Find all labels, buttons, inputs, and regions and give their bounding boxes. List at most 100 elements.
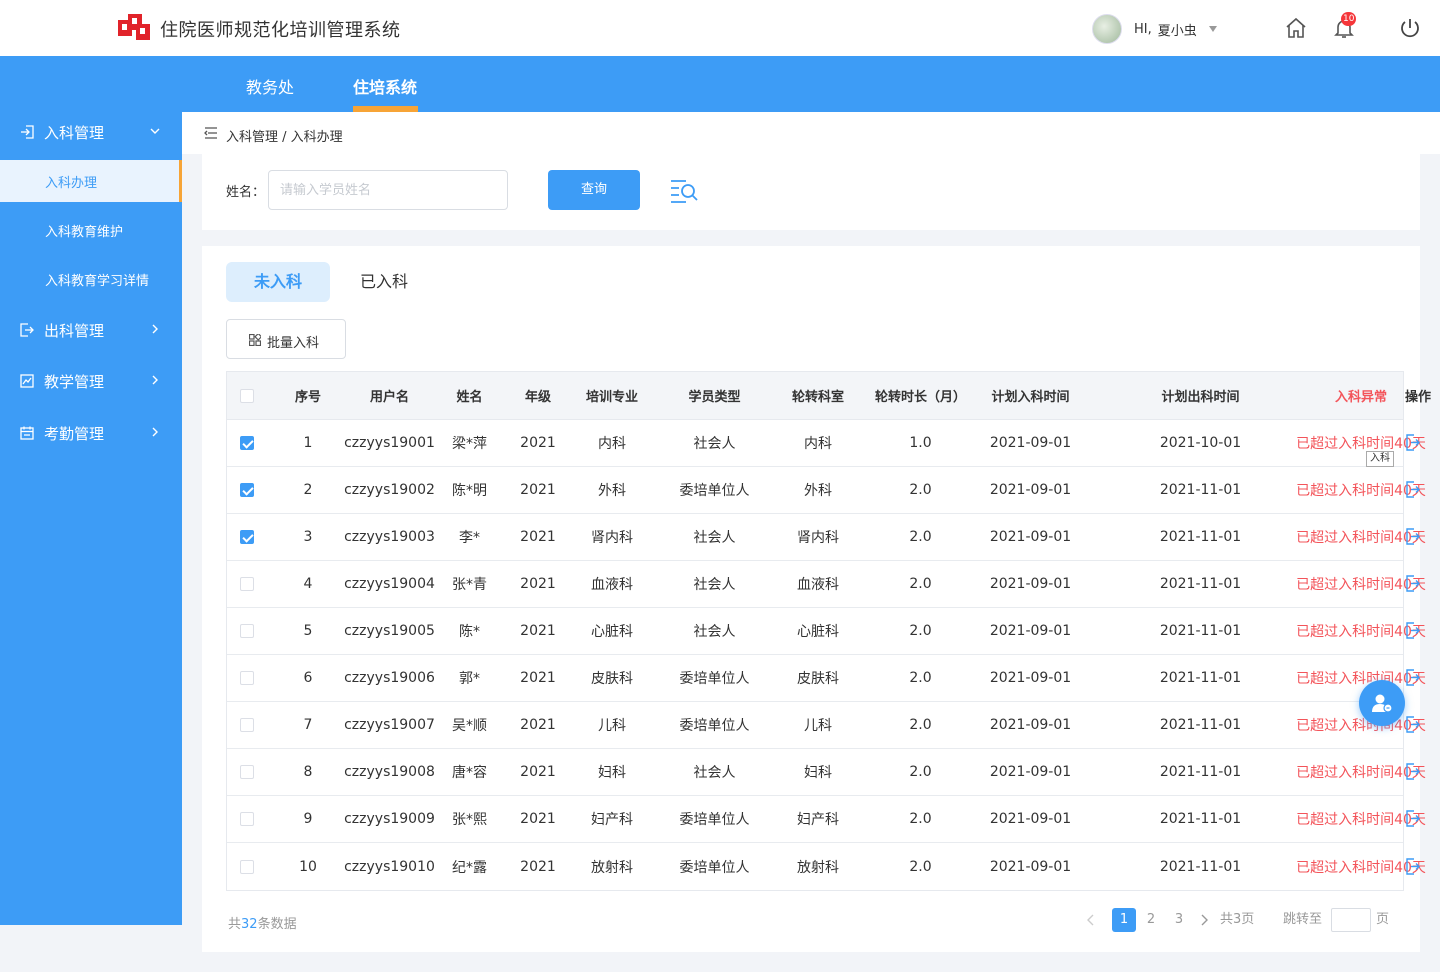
cell-type: 委培单位人 bbox=[679, 812, 750, 828]
cell-duration: 2.0 bbox=[909, 811, 932, 827]
row-checkbox[interactable] bbox=[240, 577, 254, 591]
total-count-text: 共32条数据 bbox=[228, 913, 297, 932]
sidebar-group-discharge[interactable]: 出科管理 bbox=[0, 310, 182, 350]
select-all-checkbox[interactable] bbox=[240, 388, 254, 403]
table-row[interactable]: 8 czzyys19008 唐*容 2021 妇科 社会人 妇科 2.0 2021-09-01 2… bbox=[227, 749, 1426, 796]
page-1[interactable]: 1 bbox=[1112, 908, 1136, 932]
admit-action-icon[interactable] bbox=[1405, 669, 1421, 687]
cell-abnormal: 已超过入科时间40天 bbox=[1296, 530, 1426, 546]
cell-duration: 2.0 bbox=[909, 764, 932, 780]
nav-tab-academic-affairs[interactable]: 教务处 bbox=[246, 74, 294, 98]
avatar[interactable] bbox=[1092, 14, 1122, 44]
cell-select bbox=[227, 467, 267, 513]
chevron-right-icon bbox=[152, 324, 158, 334]
cell-plan-out: 2021-11-01 bbox=[1159, 764, 1242, 780]
admit-action-icon[interactable] bbox=[1405, 528, 1421, 546]
cell-duration: 2.0 bbox=[909, 670, 932, 686]
cell-type: 委培单位人 bbox=[679, 859, 750, 876]
cell-plan-in: 2021-09-01 bbox=[989, 529, 1072, 545]
table-row[interactable]: 3 czzyys19003 李* 2021 肾内科 社会人 肾内科 2.0 2021-09-01… bbox=[227, 514, 1426, 561]
cell-plan-in: 2021-09-01 bbox=[989, 764, 1072, 780]
chevron-down-icon bbox=[150, 128, 160, 134]
sidebar-item-admission-handling[interactable]: 入科办理 bbox=[0, 160, 182, 202]
cell-select bbox=[227, 749, 267, 795]
cell-plan-in: 2021-09-01 bbox=[989, 482, 1072, 498]
table-row[interactable]: 10 czzyys19010 纪*露 2021 放射科 委培单位人 放射科 2.0 2021-0… bbox=[227, 843, 1426, 890]
table-row[interactable]: 7 czzyys19007 吴*顺 2021 儿科 委培单位人 儿科 2.0 2021-09-0… bbox=[227, 702, 1426, 749]
table-row[interactable]: 2 czzyys19002 陈*明 2021 外科 委培单位人 外科 2.0 2021-09-0… bbox=[227, 467, 1426, 514]
admit-action-icon[interactable] bbox=[1405, 857, 1421, 876]
cell-select bbox=[227, 608, 267, 654]
sidebar-group-admission[interactable]: 入科管理 bbox=[0, 112, 182, 152]
caret-down-icon[interactable] bbox=[1208, 26, 1217, 32]
query-button[interactable]: 查询 bbox=[548, 170, 640, 210]
table-row[interactable]: 9 czzyys19009 张*熙 2021 妇产科 委培单位人 妇产科 2.0 2021-09… bbox=[227, 796, 1426, 843]
admit-action-icon[interactable] bbox=[1405, 575, 1421, 593]
table-row[interactable]: 1 czzyys19001 梁*萍 2021 内科 社会人 内科 1.0 2021-09-01 2… bbox=[227, 420, 1426, 467]
cell-plan-in: 2021-09-01 bbox=[989, 670, 1072, 686]
cell-username: czzyys19003 bbox=[344, 529, 435, 545]
sidebar-group-label: 考勤管理 bbox=[44, 425, 105, 443]
cell-duration: 2.0 bbox=[909, 482, 932, 498]
cell-abnormal: 已超过入科时间40天 bbox=[1296, 483, 1426, 499]
table-row[interactable]: 6 czzyys19006 郭* 2021 皮肤科 委培单位人 皮肤科 2.0 2021-09-… bbox=[227, 655, 1426, 702]
row-checkbox[interactable] bbox=[240, 765, 254, 779]
cell-action bbox=[1405, 749, 1421, 795]
name-label: 姓名： bbox=[226, 185, 266, 200]
page-jump-input[interactable] bbox=[1331, 908, 1371, 932]
batch-admit-button[interactable]: 批量入科 bbox=[226, 319, 346, 359]
home-icon[interactable] bbox=[1284, 16, 1308, 40]
cell-plan-in: 2021-09-01 bbox=[989, 811, 1072, 827]
sidebar-group-teaching[interactable]: 教学管理 bbox=[0, 361, 182, 401]
cell-duration: 1.0 bbox=[909, 435, 932, 451]
sidebar-item-education-details[interactable]: 入科教育学习详情 bbox=[0, 258, 182, 300]
cell-major: 外科 bbox=[598, 483, 626, 499]
table-row[interactable]: 4 czzyys19004 张*青 2021 血液科 社会人 血液科 2.0 2021-09-0… bbox=[227, 561, 1426, 608]
tab-not-admitted[interactable]: 未入科 bbox=[226, 262, 330, 302]
admit-action-icon[interactable] bbox=[1405, 434, 1421, 452]
sidebar-group-attendance[interactable]: 考勤管理 bbox=[0, 413, 182, 453]
table-row[interactable]: 5 czzyys19005 陈* 2021 心脏科 社会人 心脏科 2.0 2021-09-01… bbox=[227, 608, 1426, 655]
column-header-plan-in: 计划入科时间 bbox=[991, 390, 1070, 405]
cell-select bbox=[227, 655, 267, 701]
cell-username: czzyys19010 bbox=[344, 858, 435, 875]
cell-plan-in: 2021-09-01 bbox=[989, 576, 1072, 592]
cell-plan-out: 2021-11-01 bbox=[1159, 576, 1242, 592]
user-name: 夏小虫 bbox=[1157, 23, 1197, 39]
floating-assistant-button[interactable] bbox=[1359, 680, 1405, 726]
row-checkbox[interactable] bbox=[240, 530, 254, 544]
table-header: 序号 用户名 姓名 年级 培训专业 学员类型 轮转科室 轮转时长（月） 计划入科时间 计划出科时间… bbox=[227, 372, 1431, 420]
page-2[interactable]: 2 bbox=[1139, 908, 1163, 932]
tab-admitted[interactable]: 已入科 bbox=[340, 262, 428, 302]
cell-action bbox=[1405, 561, 1421, 607]
row-checkbox[interactable] bbox=[240, 718, 254, 732]
user-menu[interactable]: HI, 夏小虫 bbox=[1092, 14, 1217, 44]
admit-action-icon[interactable] bbox=[1405, 763, 1421, 781]
logo-icon bbox=[118, 14, 150, 40]
power-icon[interactable] bbox=[1398, 16, 1422, 40]
nav-tab-residency-system[interactable]: 住培系统 bbox=[353, 74, 417, 98]
row-checkbox[interactable] bbox=[240, 671, 254, 685]
row-checkbox[interactable] bbox=[240, 859, 254, 874]
cell-select bbox=[227, 420, 267, 466]
admit-action-icon[interactable] bbox=[1405, 481, 1421, 499]
cell-username: czzyys19006 bbox=[344, 670, 435, 686]
page-3[interactable]: 3 bbox=[1167, 908, 1191, 932]
next-page-icon[interactable] bbox=[1199, 914, 1209, 926]
admit-action-icon[interactable] bbox=[1405, 622, 1421, 640]
name-search-input[interactable] bbox=[268, 170, 508, 210]
row-checkbox[interactable] bbox=[240, 483, 254, 497]
cell-no: 1 bbox=[303, 435, 313, 451]
prev-page-icon[interactable] bbox=[1086, 914, 1096, 926]
admit-action-icon[interactable] bbox=[1405, 716, 1421, 734]
cell-major: 妇科 bbox=[598, 765, 626, 781]
row-checkbox[interactable] bbox=[240, 624, 254, 638]
admit-action-icon[interactable] bbox=[1405, 810, 1421, 828]
cell-duration: 2.0 bbox=[909, 717, 932, 733]
row-checkbox[interactable] bbox=[240, 436, 254, 450]
cell-type: 社会人 bbox=[693, 577, 736, 593]
advanced-search-icon[interactable] bbox=[670, 178, 698, 204]
sidebar-item-admission-education[interactable]: 入科教育维护 bbox=[0, 209, 182, 251]
row-checkbox[interactable] bbox=[240, 812, 254, 826]
menu-fold-icon[interactable] bbox=[204, 126, 218, 140]
